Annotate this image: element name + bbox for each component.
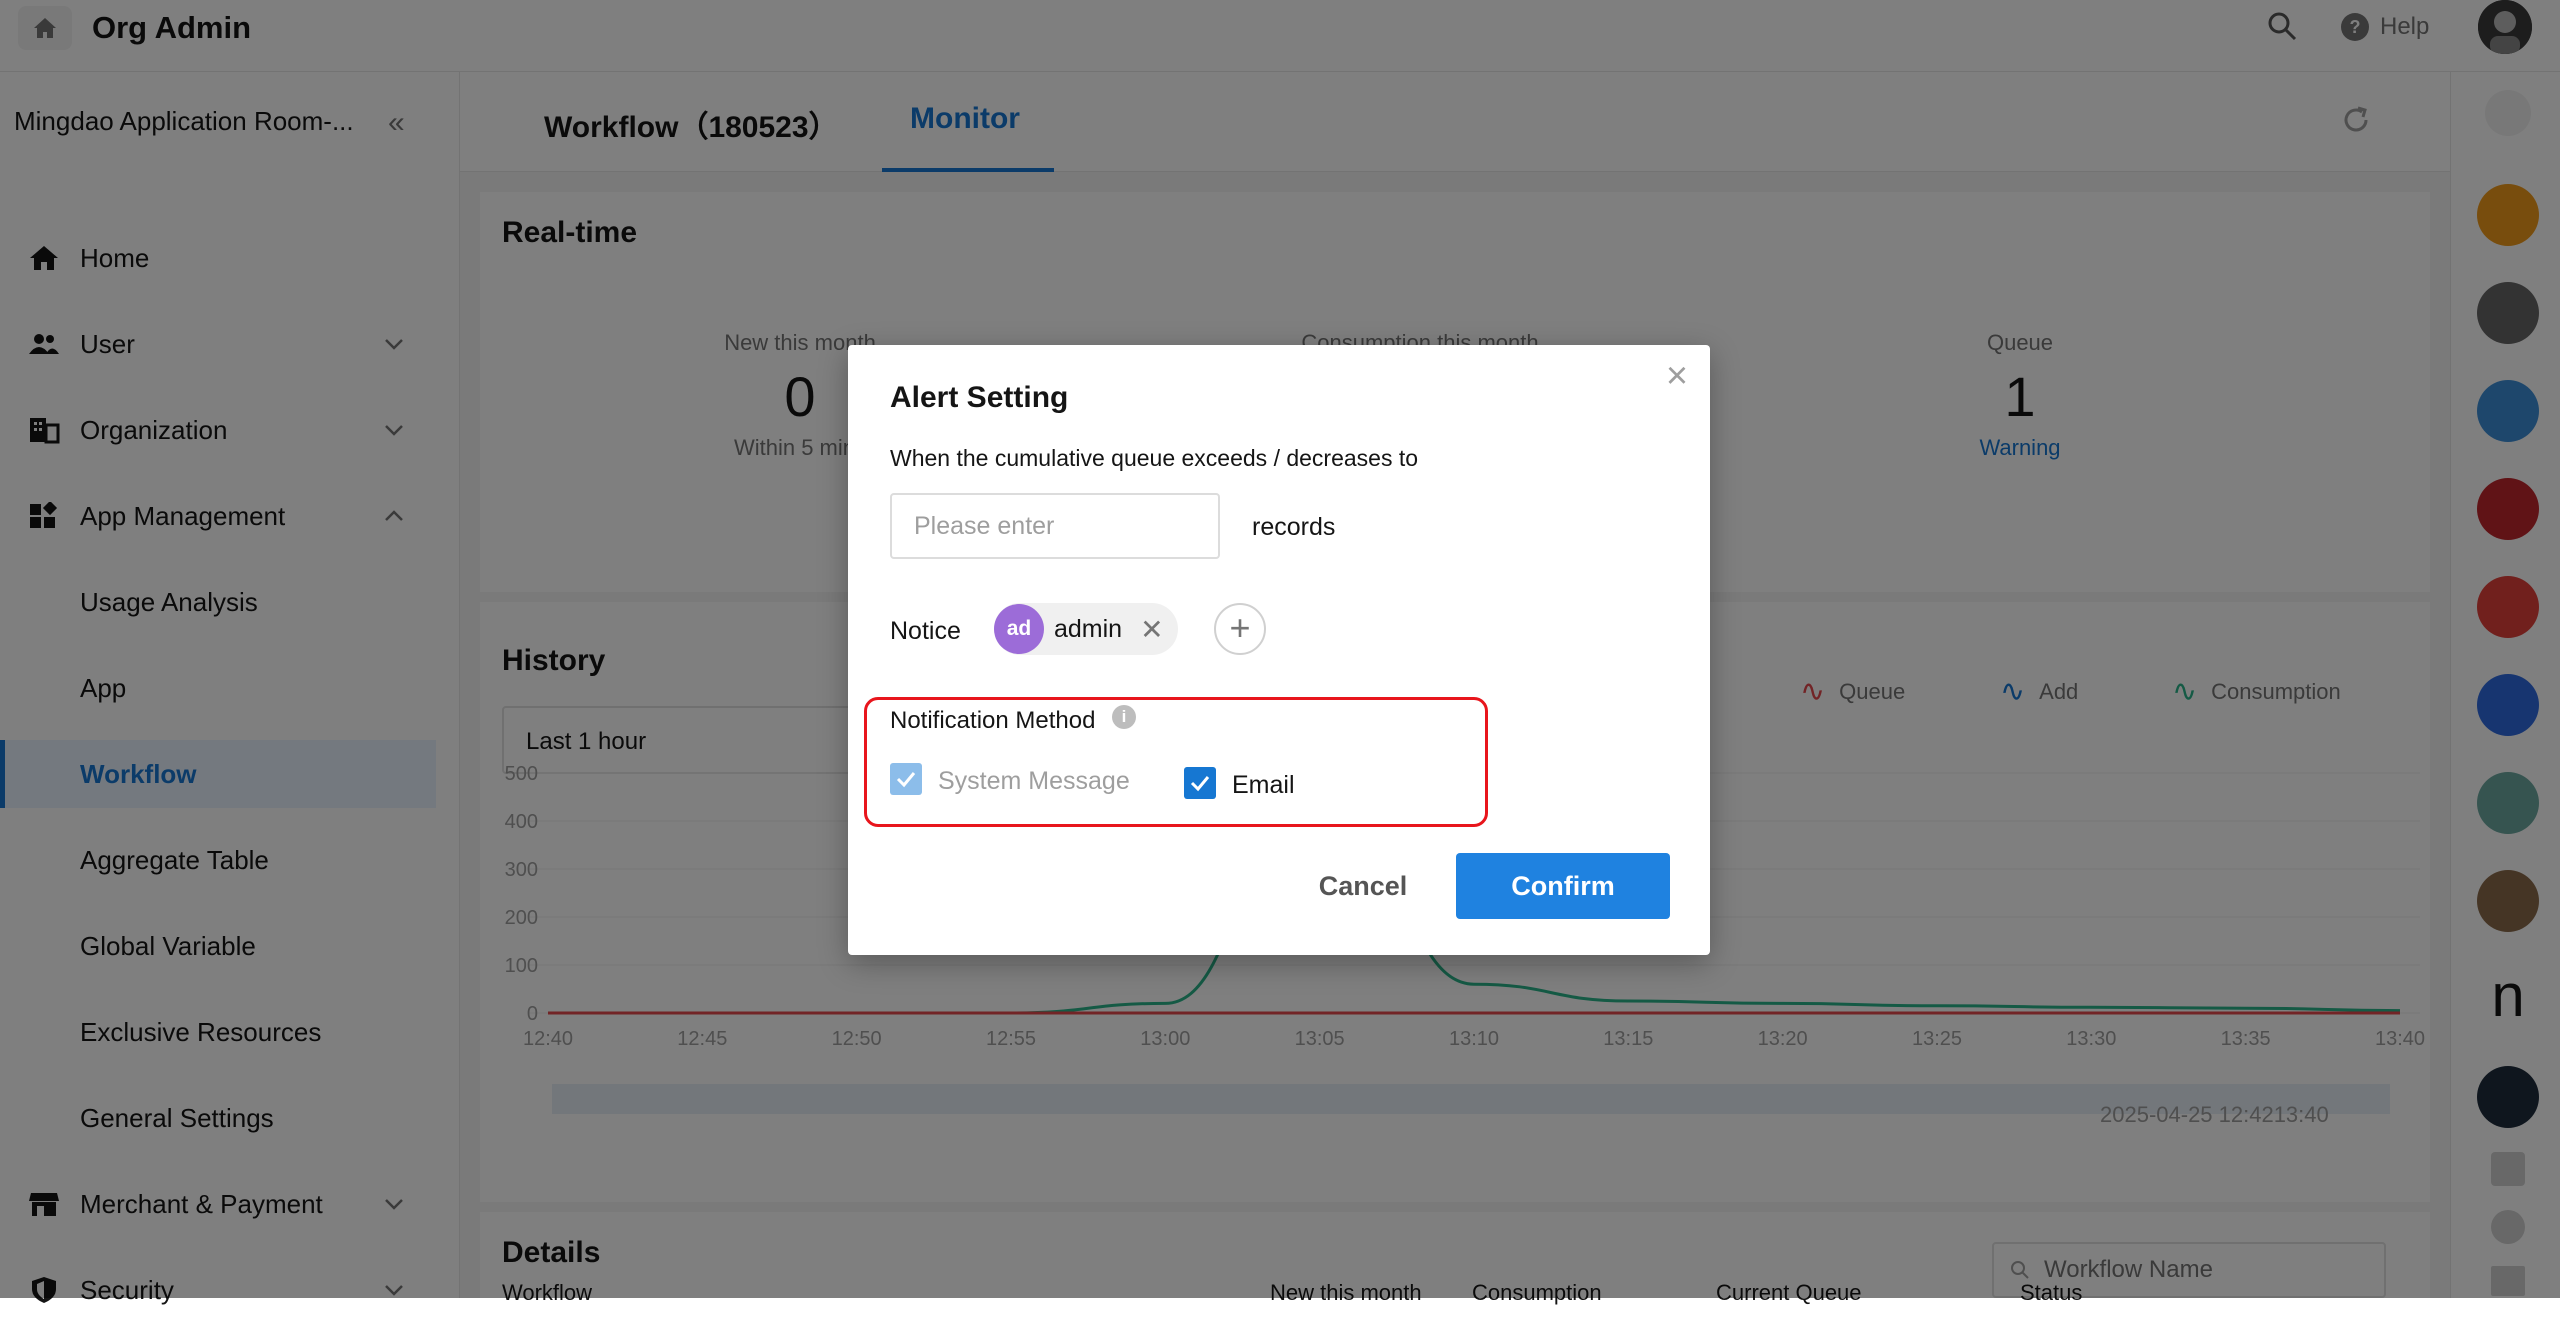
close-icon[interactable]: × — [1660, 357, 1694, 395]
queue-threshold-input[interactable] — [890, 493, 1220, 559]
highlight-box — [864, 697, 1488, 827]
alert-setting-dialog: Alert Setting × When the cumulative queu… — [848, 345, 1710, 955]
dialog-description: When the cumulative queue exceeds / decr… — [890, 445, 1419, 471]
remove-member-icon[interactable]: ✕ — [1140, 613, 1163, 646]
confirm-button[interactable]: Confirm — [1456, 853, 1670, 919]
member-chip: ad admin ✕ — [994, 603, 1178, 655]
member-name: admin — [1054, 614, 1123, 643]
unit-label: records — [1252, 513, 1336, 541]
dialog-title: Alert Setting — [890, 381, 1069, 414]
notice-label: Notice — [890, 617, 961, 645]
member-avatar: ad — [994, 604, 1044, 654]
cancel-button[interactable]: Cancel — [1288, 853, 1438, 919]
add-member-button[interactable]: + — [1214, 603, 1266, 655]
